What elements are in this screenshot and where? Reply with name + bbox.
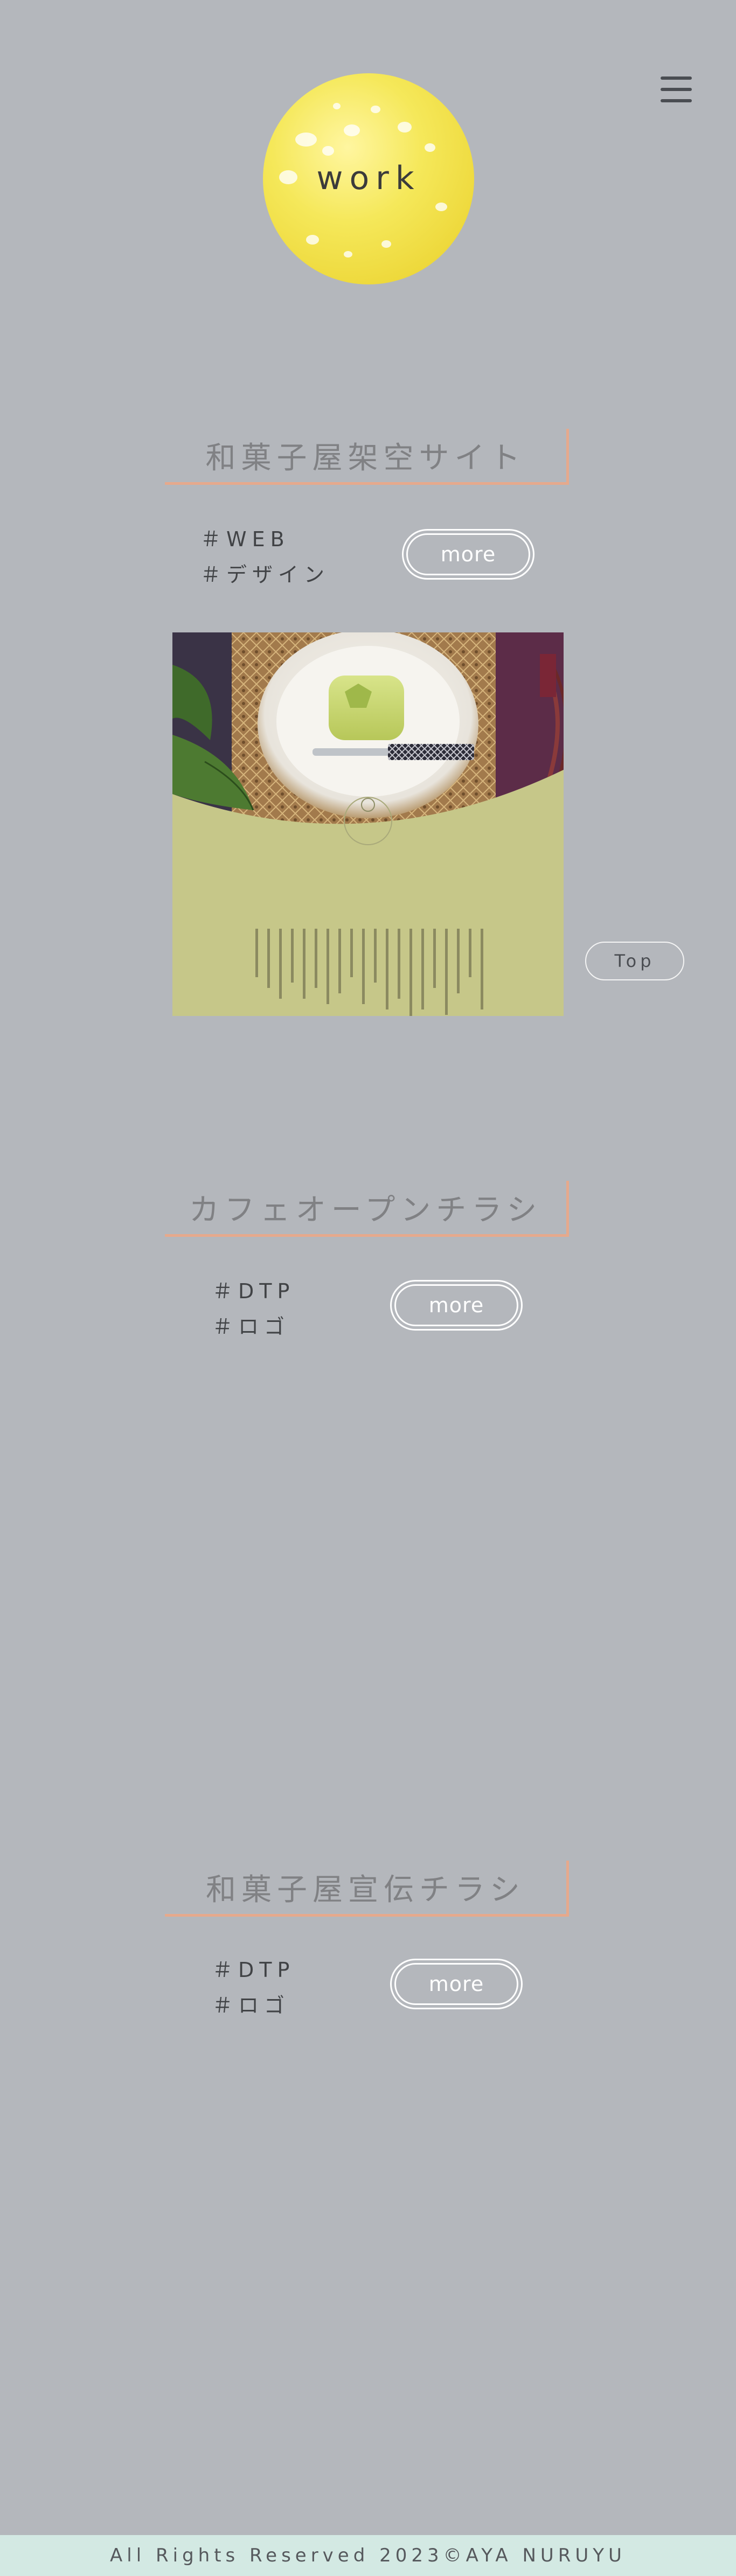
work-title-text: カフェオープンチラシ <box>189 1193 543 1228</box>
work-tags-1: ＃WEB ＃デザイン <box>200 521 330 593</box>
more-button-2[interactable]: more <box>390 1280 523 1331</box>
work-thumbnail-1[interactable] <box>172 632 564 1016</box>
work-title-1: 和菓子屋架空サイト <box>165 429 569 485</box>
work-title-3: 和菓子屋宣伝チラシ <box>165 1861 569 1917</box>
menu-line <box>661 99 692 102</box>
more-button-3[interactable]: more <box>390 1959 523 2009</box>
work-tags-2: ＃DTP ＃ロゴ <box>212 1273 295 1345</box>
work-tags-3: ＃DTP ＃ロゴ <box>212 1952 295 2023</box>
tag: ＃デザイン <box>200 563 330 587</box>
work-title-2: カフェオープンチラシ <box>165 1181 569 1237</box>
menu-line <box>661 76 692 80</box>
tag: ＃ロゴ <box>212 1315 290 1339</box>
tag: ＃DTP <box>212 1958 295 1982</box>
tag: ＃ロゴ <box>212 1994 290 2017</box>
top-button[interactable]: Top <box>585 942 684 980</box>
menu-line <box>661 88 692 91</box>
work-title-text: 和菓子屋架空サイト <box>205 441 526 476</box>
hero-circle: work <box>263 73 474 284</box>
tag: ＃DTP <box>212 1279 295 1303</box>
tag: ＃WEB <box>200 527 290 551</box>
hamburger-menu-icon[interactable] <box>661 76 692 103</box>
more-button-1[interactable]: more <box>402 529 534 580</box>
work-title-text: 和菓子屋宣伝チラシ <box>206 1872 525 1907</box>
page-title: work <box>316 159 421 197</box>
footer: All Rights Reserved 2023©AYA NURUYU <box>0 2535 736 2576</box>
copyright-text: All Rights Reserved 2023©AYA NURUYU <box>110 2545 626 2566</box>
